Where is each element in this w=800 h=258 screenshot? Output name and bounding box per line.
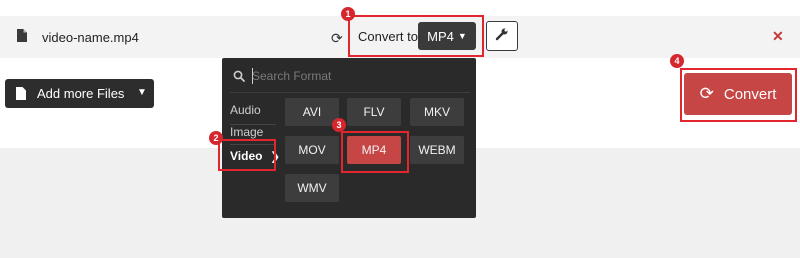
annotation-box-3 [341,131,409,173]
add-more-files-button[interactable]: Add more Files ▼ [5,79,154,108]
divider [230,92,470,93]
settings-button[interactable] [486,21,518,51]
annotation-box-4 [680,68,797,122]
annotation-box-1 [348,15,484,57]
format-avi[interactable]: AVI [285,98,339,126]
chevron-down-icon: ▼ [137,87,147,98]
annotation-badge-3: 3 [332,118,346,132]
refresh-icon[interactable]: ⟳ [331,30,343,47]
annotation-box-2 [218,139,276,171]
annotation-badge-4: 4 [670,54,684,68]
format-mkv[interactable]: MKV [410,98,464,126]
category-audio[interactable]: Audio [230,103,261,117]
add-more-files-label: Add more Files [37,86,125,101]
file-icon [17,29,27,47]
format-flv[interactable]: FLV [347,98,401,126]
format-webm[interactable]: WEBM [410,136,464,164]
annotation-badge-1: 1 [341,7,355,21]
file-add-icon [16,87,26,103]
format-mov[interactable]: MOV [285,136,339,164]
format-wmv[interactable]: WMV [285,174,339,202]
category-image[interactable]: Image [230,125,263,139]
format-search-input[interactable] [252,67,462,85]
file-name: video-name.mp4 [42,30,139,45]
remove-file-icon[interactable]: ✕ [772,28,784,45]
wrench-icon [495,27,509,46]
annotation-badge-2: 2 [209,131,223,145]
search-icon [233,69,245,87]
text-cursor [252,68,253,84]
